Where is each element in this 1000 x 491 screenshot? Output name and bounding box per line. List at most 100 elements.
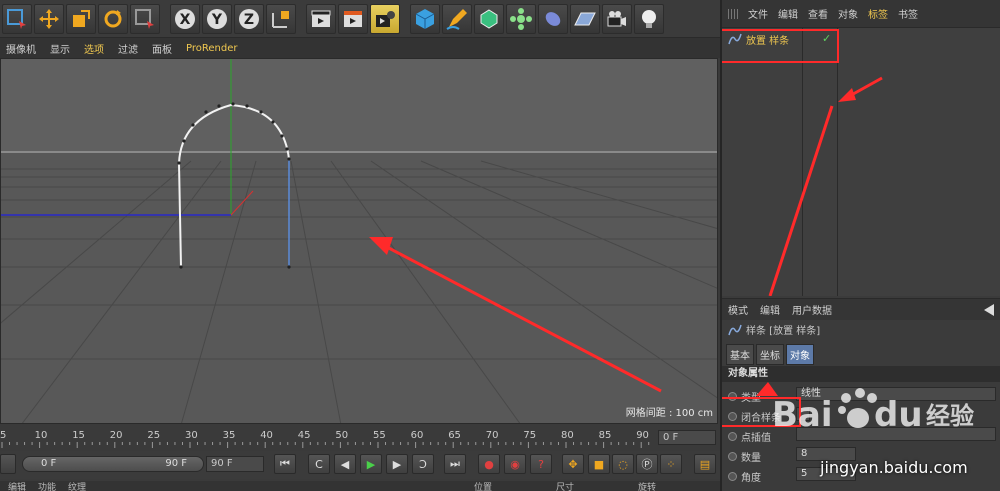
end-frame-field[interactable]: 90 F bbox=[206, 456, 264, 472]
tab-basic[interactable]: 基本 bbox=[726, 344, 754, 365]
om-menu-file[interactable]: 文件 bbox=[748, 6, 768, 21]
clapper-gear-icon bbox=[376, 10, 395, 27]
radio-icon[interactable] bbox=[728, 412, 737, 421]
key-scale-button[interactable]: ■ bbox=[588, 454, 610, 474]
material-menu-function[interactable]: 功能 bbox=[38, 480, 56, 491]
ruler-ticks: 5 10 15 20 25 30 35 40 45 50 55 60 65 70 75 80 85 90 bbox=[0, 430, 650, 448]
last-tool-button[interactable] bbox=[130, 3, 160, 34]
go-to-start-icon: ⏮ bbox=[280, 457, 290, 470]
tab-object[interactable]: 对象 bbox=[786, 344, 814, 365]
range-start-label: 0 F bbox=[41, 458, 57, 469]
go-to-start-button[interactable]: ⏮ bbox=[274, 454, 296, 474]
am-menu-edit[interactable]: 编辑 bbox=[760, 302, 780, 317]
floor-button[interactable] bbox=[570, 3, 600, 34]
current-frame-field[interactable]: 0 F bbox=[658, 430, 716, 445]
range-left-button[interactable] bbox=[0, 454, 16, 474]
parameter-key-icon: Ⓟ bbox=[641, 458, 653, 471]
section-object-properties: 对象属性 bbox=[722, 366, 1000, 382]
ruler-label: 50 bbox=[335, 430, 348, 441]
previous-frame-button[interactable]: ◀ bbox=[334, 454, 356, 474]
subdivision-button[interactable] bbox=[474, 3, 504, 34]
previous-key-icon: C bbox=[315, 457, 323, 471]
camera-button[interactable] bbox=[602, 3, 632, 34]
render-to-picture-viewer-button[interactable] bbox=[338, 3, 368, 34]
viewport-menu-options[interactable]: 选项 bbox=[84, 41, 104, 56]
object-manager-menu: 文件 编辑 查看 对象 标签 书签 bbox=[722, 0, 1000, 28]
z-axis-button[interactable]: Z bbox=[234, 3, 264, 34]
bottom-manager-bar: 编辑 功能 纹理 位置 尺寸 旋转 bbox=[0, 481, 720, 491]
grip-icon[interactable] bbox=[728, 8, 738, 19]
viewport-menu-filter[interactable]: 过滤 bbox=[118, 41, 138, 56]
viewport-menu-panel[interactable]: 面板 bbox=[152, 41, 172, 56]
scale-tool-button[interactable] bbox=[66, 3, 96, 34]
previous-key-button[interactable]: C bbox=[308, 454, 330, 474]
record-button[interactable]: ● bbox=[478, 454, 500, 474]
keyframe-selection-button[interactable]: ? bbox=[530, 454, 552, 474]
coord-position-label: 位置 bbox=[474, 483, 493, 491]
move-key-icon: ✥ bbox=[568, 457, 578, 471]
key-pla-button[interactable]: ⁘ bbox=[660, 454, 682, 474]
om-menu-edit[interactable]: 编辑 bbox=[778, 6, 798, 21]
ruler-label: 65 bbox=[448, 430, 461, 441]
autokey-button[interactable]: ◉ bbox=[504, 454, 526, 474]
light-button[interactable] bbox=[634, 3, 664, 34]
viewport-3d[interactable]: 网格间距 : 100 cm bbox=[0, 58, 718, 424]
go-to-end-button[interactable]: ⏭ bbox=[444, 454, 466, 474]
attribute-title-text: 样条 [放置 样条] bbox=[746, 326, 821, 337]
render-view-button[interactable] bbox=[306, 3, 336, 34]
radio-icon[interactable] bbox=[728, 472, 737, 481]
material-menu-edit[interactable]: 编辑 bbox=[8, 480, 26, 491]
viewport-menu-camera[interactable]: 摄像机 bbox=[6, 41, 36, 56]
x-axis-button[interactable]: X bbox=[170, 3, 200, 34]
viewport-menu-prorender[interactable]: ProRender bbox=[186, 43, 237, 54]
scale-icon bbox=[73, 9, 90, 27]
timeline-button[interactable]: ▤ bbox=[694, 454, 716, 474]
attribute-manager-menu: 模式 编辑 用户数据 bbox=[722, 298, 1000, 320]
om-menu-view[interactable]: 查看 bbox=[808, 6, 828, 21]
frame-range-slider[interactable]: 0 F 90 F bbox=[22, 456, 204, 472]
pen-button[interactable] bbox=[442, 3, 472, 34]
key-position-button[interactable]: ✥ bbox=[562, 454, 584, 474]
ruler-label: 70 bbox=[486, 430, 499, 441]
select-tool-button[interactable] bbox=[2, 3, 32, 34]
coordinate-system-button[interactable] bbox=[266, 3, 296, 34]
radio-icon[interactable] bbox=[728, 432, 737, 441]
rotate-tool-button[interactable] bbox=[98, 3, 128, 34]
material-menu-texture[interactable]: 纹理 bbox=[68, 480, 86, 491]
cloner-icon bbox=[510, 7, 532, 30]
attribute-tabs: 基本 坐标 对象 bbox=[726, 344, 814, 365]
key-rotation-button[interactable]: ◌ bbox=[612, 454, 634, 474]
rotate-icon bbox=[104, 9, 122, 27]
next-frame-button[interactable]: ▶ bbox=[386, 454, 408, 474]
object-list[interactable]: 放置 样条 ✓ bbox=[722, 28, 1000, 296]
om-menu-bookmarks[interactable]: 书签 bbox=[898, 6, 918, 21]
previous-frame-icon: ◀ bbox=[340, 457, 350, 471]
range-end-label: 90 F bbox=[165, 458, 187, 469]
om-menu-tags[interactable]: 标签 bbox=[868, 6, 888, 21]
ruler-label: 80 bbox=[561, 430, 574, 441]
viewport-menu-display[interactable]: 显示 bbox=[50, 41, 70, 56]
cube-button[interactable] bbox=[410, 3, 440, 34]
am-menu-user-data[interactable]: 用户数据 bbox=[792, 302, 832, 317]
clapper-icon bbox=[311, 10, 331, 27]
back-arrow-icon[interactable] bbox=[984, 304, 994, 316]
cloner-button[interactable] bbox=[506, 3, 536, 34]
am-menu-mode[interactable]: 模式 bbox=[728, 302, 748, 317]
timeline-ruler[interactable]: 5 10 15 20 25 30 35 40 45 50 55 60 65 70 75 80 85 90 bbox=[0, 426, 655, 448]
tab-coord[interactable]: 坐标 bbox=[756, 344, 784, 365]
y-axis-button[interactable]: Y bbox=[202, 3, 232, 34]
annotation-overlay bbox=[722, 29, 883, 296]
om-menu-objects[interactable]: 对象 bbox=[838, 6, 858, 21]
move-tool-button[interactable] bbox=[34, 3, 64, 34]
deformer-button[interactable] bbox=[538, 3, 568, 34]
ruler-label: 10 bbox=[35, 430, 48, 441]
coord-size-label: 尺寸 bbox=[556, 483, 575, 491]
next-key-button[interactable]: Ↄ bbox=[412, 454, 434, 474]
radio-icon[interactable] bbox=[728, 452, 737, 461]
play-button[interactable]: ▶ bbox=[360, 454, 382, 474]
key-parameter-button[interactable]: Ⓟ bbox=[636, 454, 658, 474]
deformer-icon bbox=[545, 11, 561, 26]
go-to-end-icon: ⏭ bbox=[450, 457, 460, 470]
render-settings-button[interactable] bbox=[370, 3, 400, 34]
radio-icon[interactable] bbox=[728, 392, 737, 401]
